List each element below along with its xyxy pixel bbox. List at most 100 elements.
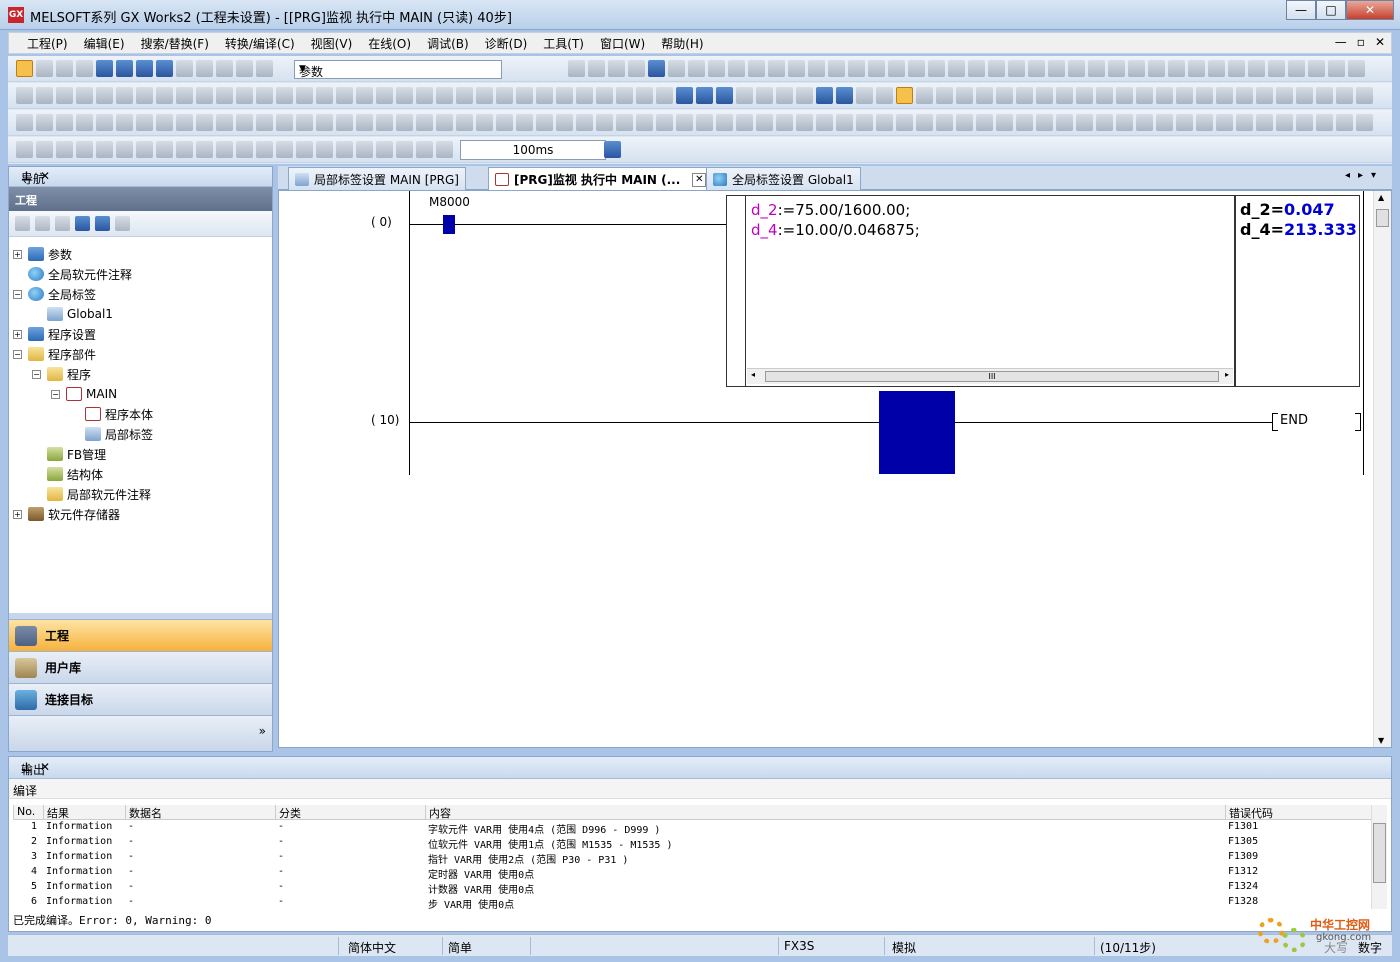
editor-vertical-scrollbar[interactable]: ▲ ▼ [1373, 191, 1391, 747]
toolbar-button-icon[interactable] [416, 87, 433, 104]
menu-item[interactable]: 诊断(D) [477, 36, 536, 52]
toolbar-button-icon[interactable] [516, 87, 533, 104]
column-header[interactable]: 错误代码 [1225, 805, 1305, 820]
toolbar-button-icon[interactable] [176, 141, 193, 158]
new-data-icon[interactable] [15, 216, 30, 231]
toolbar-button-icon[interactable] [236, 60, 253, 77]
tab-close-icon[interactable]: ✕ [692, 172, 707, 187]
close-icon[interactable]: ✕ [40, 169, 58, 183]
toolbar-button-icon[interactable] [1216, 114, 1233, 131]
toolbar-button-icon[interactable] [316, 114, 333, 131]
toolbar-button-icon[interactable] [256, 87, 273, 104]
toolbar-button-icon[interactable] [1316, 87, 1333, 104]
toolbar-button-icon[interactable] [1316, 114, 1333, 131]
toolbar-button-icon[interactable] [1016, 114, 1033, 131]
toolbar-button-icon[interactable] [476, 114, 493, 131]
toolbar-button-icon[interactable] [1096, 87, 1113, 104]
toolbar-button-icon[interactable] [16, 60, 33, 77]
toolbar-button-icon[interactable] [536, 87, 553, 104]
toolbar-button-icon[interactable] [1056, 114, 1073, 131]
toolbar-button-icon[interactable] [176, 60, 193, 77]
toolbar-button-icon[interactable] [356, 87, 373, 104]
toolbar-button-icon[interactable] [236, 141, 253, 158]
toolbar-button-icon[interactable] [636, 87, 653, 104]
toolbar-button-icon[interactable] [968, 60, 985, 77]
toolbar-button-icon[interactable] [1216, 87, 1233, 104]
table-row[interactable]: 4 Information - - 定时器 VAR用 使用0点 F1312 [13, 865, 1371, 881]
toolbar-button-icon[interactable] [876, 87, 893, 104]
close-button[interactable]: ✕ [1346, 0, 1394, 20]
toolbar-button-icon[interactable] [848, 60, 865, 77]
toolbar-button-icon[interactable] [396, 87, 413, 104]
tree-item[interactable]: FB管理 [32, 445, 106, 463]
pin-icon[interactable]: ⊥ [21, 760, 40, 774]
toolbar-button-icon[interactable] [616, 87, 633, 104]
toolbar-button-icon[interactable] [176, 114, 193, 131]
toolbar-button-icon[interactable] [276, 114, 293, 131]
toolbar-button-icon[interactable] [568, 60, 585, 77]
column-header[interactable]: 内容 [425, 805, 1223, 820]
menu-item[interactable]: 视图(V) [303, 36, 361, 52]
toolbar-button-icon[interactable] [36, 60, 53, 77]
toolbar-button-icon[interactable] [708, 60, 725, 77]
toolbar-button-icon[interactable] [1088, 60, 1105, 77]
toolbar-button-icon[interactable] [1028, 60, 1045, 77]
toolbar-button-icon[interactable] [376, 141, 393, 158]
toolbar-button-icon[interactable] [648, 60, 665, 77]
toolbar-button-icon[interactable] [56, 141, 73, 158]
sort-icon[interactable] [115, 216, 130, 231]
toolbar-button-icon[interactable] [736, 87, 753, 104]
toolbar-button-icon[interactable] [116, 60, 133, 77]
toolbar-button-icon[interactable] [1128, 60, 1145, 77]
toolbar-button-icon[interactable] [336, 141, 353, 158]
tree-item[interactable]: − 程序 [32, 365, 91, 383]
toolbar-button-icon[interactable] [216, 141, 233, 158]
scroll-left-icon[interactable]: ◂ [751, 370, 755, 379]
toolbar-button-icon[interactable] [136, 141, 153, 158]
toolbar-button-icon[interactable] [936, 114, 953, 131]
output-vertical-scrollbar[interactable] [1371, 805, 1387, 909]
toolbar-button-icon[interactable] [356, 141, 373, 158]
toolbar-button-icon[interactable] [1276, 87, 1293, 104]
menu-item[interactable]: 调试(B) [419, 36, 477, 52]
toolbar-button-icon[interactable] [336, 87, 353, 104]
interval-apply-icon[interactable] [604, 141, 621, 158]
toolbar-button-icon[interactable] [756, 114, 773, 131]
toolbar-button-icon[interactable] [816, 114, 833, 131]
tab-navigation[interactable]: ◂▸▾ [1345, 170, 1384, 181]
menu-item[interactable]: 搜索/替换(F) [133, 36, 217, 52]
toolbar-button-icon[interactable] [336, 114, 353, 131]
toolbar-button-icon[interactable] [476, 87, 493, 104]
toolbar-button-icon[interactable] [628, 60, 645, 77]
toolbar-button-icon[interactable] [216, 114, 233, 131]
toolbar-button-icon[interactable] [516, 114, 533, 131]
toolbar-button-icon[interactable] [748, 60, 765, 77]
toolbar-button-icon[interactable] [456, 87, 473, 104]
toolbar-button-icon[interactable] [96, 87, 113, 104]
toolbar-button-icon[interactable] [1176, 114, 1193, 131]
toolbar-button-icon[interactable] [56, 87, 73, 104]
toolbar-button-icon[interactable] [256, 114, 273, 131]
toolbar-button-icon[interactable] [96, 141, 113, 158]
contact-on-indicator[interactable] [443, 215, 455, 234]
toolbar-button-icon[interactable] [856, 87, 873, 104]
st-horizontal-scrollbar[interactable]: ◂ III ▸ [747, 368, 1233, 384]
toolbar-button-icon[interactable] [1196, 114, 1213, 131]
toolbar-button-icon[interactable] [796, 114, 813, 131]
toolbar-button-icon[interactable] [956, 87, 973, 104]
toolbar-button-icon[interactable] [988, 60, 1005, 77]
toolbar-button-icon[interactable] [716, 87, 733, 104]
toolbar-button-icon[interactable] [136, 87, 153, 104]
toolbar-button-icon[interactable] [876, 114, 893, 131]
toolbar-button-icon[interactable] [36, 141, 53, 158]
toolbar-button-icon[interactable] [156, 87, 173, 104]
toolbar-button-icon[interactable] [1048, 60, 1065, 77]
st-scroll-thumb[interactable]: III [765, 371, 1219, 382]
toolbar-button-icon[interactable] [776, 87, 793, 104]
toolbar-button-icon[interactable] [116, 141, 133, 158]
toolbar-button-icon[interactable] [688, 60, 705, 77]
toolbar-button-icon[interactable] [948, 60, 965, 77]
minimize-button[interactable]: — [1286, 0, 1316, 20]
table-row[interactable]: 5 Information - - 计数器 VAR用 使用0点 F1324 [13, 880, 1371, 896]
tab-monitor-main[interactable]: [PRG]监视 执行中 MAIN (... ✕ [488, 167, 714, 191]
